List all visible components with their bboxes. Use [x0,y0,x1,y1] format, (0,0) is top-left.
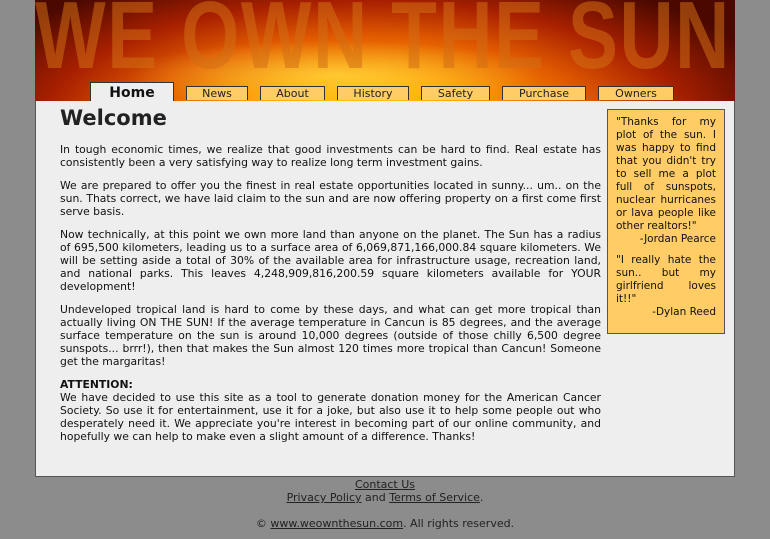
content-panel: Welcome In tough economic times, we real… [35,101,735,477]
footer-contact-line: Contact Us [0,478,770,491]
rights-text: . All rights reserved. [403,517,515,530]
footer-and-text: and [361,491,390,504]
testimonials-box: "Thanks for my plot of the sun. I was ha… [607,109,725,334]
tab-history[interactable]: History [337,86,409,100]
tab-news[interactable]: News [186,86,248,100]
tab-home[interactable]: Home [90,82,174,102]
testimonial-text: "Thanks for my plot of the sun. I was ha… [616,116,716,232]
contact-link[interactable]: Contact Us [355,478,415,491]
testimonial-text: "I really hate the sun.. but my girlfrie… [616,254,716,305]
terms-of-service-link[interactable]: Terms of Service [389,491,480,504]
privacy-policy-link[interactable]: Privacy Policy [287,491,362,504]
site-link[interactable]: www.weownthesun.com [270,517,403,530]
tab-owners[interactable]: Owners [598,86,674,100]
footer-period: . [479,491,484,504]
tab-purchase[interactable]: Purchase [502,86,586,100]
main-column: Welcome In tough economic times, we real… [60,105,601,453]
page-title: Welcome [60,106,167,130]
tab-safety[interactable]: Safety [421,86,490,100]
attention-text: We have decided to use this site as a to… [60,391,601,443]
tab-about[interactable]: About [260,86,325,100]
testimonial-author: -Jordan Pearce [639,233,716,245]
attention-heading: ATTENTION: [60,378,133,391]
attention-block: ATTENTION: We have decided to use this s… [60,378,601,443]
footer-copyright-line: © www.weownthesun.com. All rights reserv… [0,517,770,530]
page: WE OWN THE SUN Home News About History S… [0,0,770,539]
tropical-paragraph: Undeveloped tropical land is hard to com… [60,303,601,368]
testimonial-author: -Dylan Reed [652,306,716,318]
footer: Contact Us Privacy Policy and Terms of S… [0,478,770,530]
copyright-symbol: © [255,517,271,530]
footer-legal-line: Privacy Policy and Terms of Service. [0,491,770,504]
land-stats-paragraph: Now technically, at this point we own mo… [60,228,601,293]
intro-paragraph: In tough economic times, we realize that… [60,143,601,169]
offer-paragraph: We are prepared to offer you the finest … [60,179,601,218]
banner-title: WE OWN THE SUN [35,0,731,89]
